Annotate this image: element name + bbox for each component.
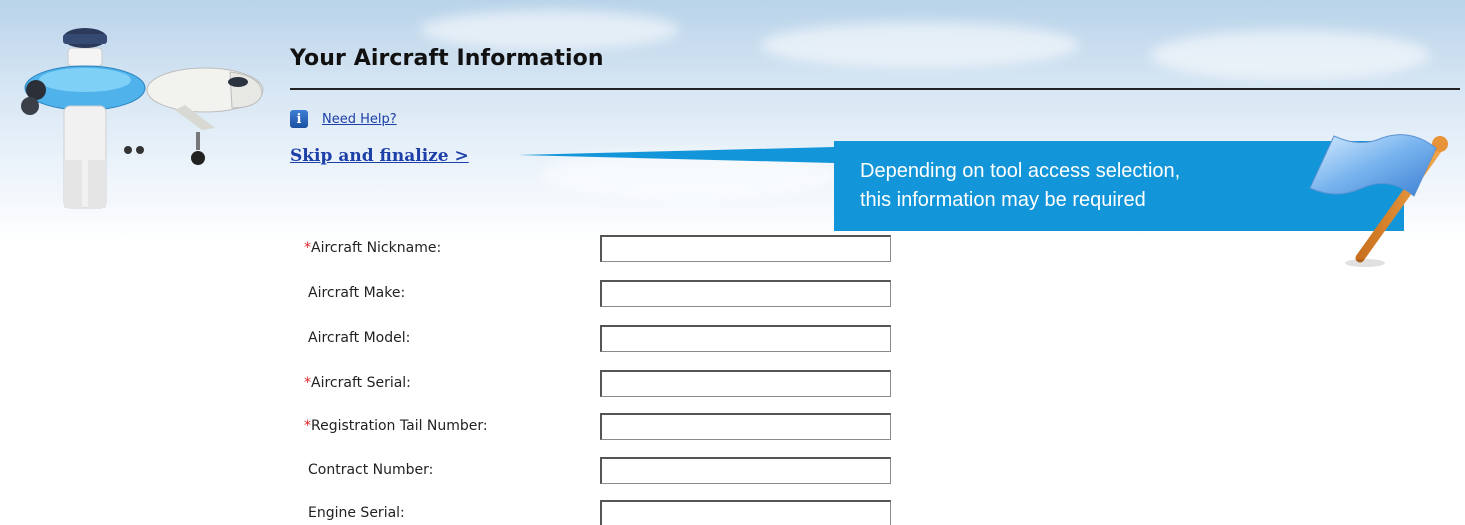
registration-tail-number-input[interactable] (600, 413, 891, 440)
form-row-registration-tail-number: *Registration Tail Number: (300, 413, 900, 443)
form-row-aircraft-make: Aircraft Make: (300, 280, 900, 310)
registration-tail-number-label: *Registration Tail Number: (304, 418, 488, 434)
form-row-aircraft-model: Aircraft Model: (300, 325, 900, 355)
aircraft-nickname-input[interactable] (600, 235, 891, 262)
form-row-contract-number: Contract Number: (300, 457, 900, 487)
form-row-aircraft-serial: *Aircraft Serial: (300, 370, 900, 400)
contract-number-label: Contract Number: (308, 462, 434, 478)
aircraft-model-input[interactable] (600, 325, 891, 352)
form-row-engine-serial: Engine Serial: (300, 500, 900, 525)
engine-serial-label: Engine Serial: (308, 505, 405, 521)
aircraft-make-input[interactable] (600, 280, 891, 307)
flag-icon (1290, 108, 1450, 272)
contract-number-input[interactable] (600, 457, 891, 484)
aircraft-model-label: Aircraft Model: (308, 330, 411, 346)
required-marker: * (304, 418, 311, 434)
required-marker: * (304, 375, 311, 391)
required-marker: * (304, 240, 311, 256)
aircraft-make-label: Aircraft Make: (308, 285, 406, 301)
form-row-aircraft-nickname: *Aircraft Nickname: (300, 235, 900, 265)
page: Your Aircraft Information i Need Help? S… (0, 0, 1465, 525)
aircraft-serial-input[interactable] (600, 370, 891, 397)
aircraft-serial-label: *Aircraft Serial: (304, 375, 411, 391)
engine-serial-input[interactable] (600, 500, 891, 525)
aircraft-nickname-label: *Aircraft Nickname: (304, 240, 442, 256)
